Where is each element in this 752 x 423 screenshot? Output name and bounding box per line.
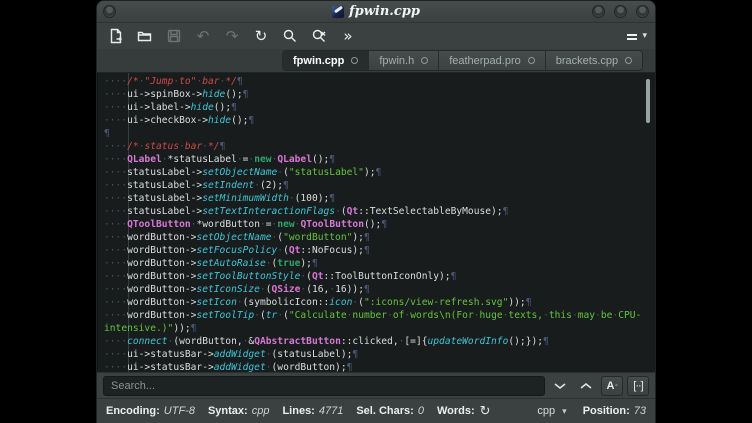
match-case-button[interactable]: A▫ bbox=[601, 376, 623, 396]
word-count-refresh-icon[interactable]: ↻ bbox=[480, 404, 491, 419]
code-line: ····ui->statusBar->addWidget·(wordButton… bbox=[104, 361, 645, 372]
tab-label: featherpad.pro bbox=[449, 55, 521, 67]
code-line: ····connect·(wordButton,·&QAbstractButto… bbox=[104, 335, 645, 348]
match-case-mark-icon: ▫ bbox=[615, 383, 617, 389]
code-line: ····wordButton->setToolTip·(tr·("Calcula… bbox=[104, 309, 645, 322]
window-title: fpwin.cpp bbox=[349, 4, 420, 19]
featherpad-window: fpwin.cpp bbox=[96, 0, 656, 423]
titlebar: fpwin.cpp bbox=[97, 1, 655, 23]
syntax-combo[interactable]: cpp ▾ bbox=[537, 405, 566, 417]
search-icon[interactable] bbox=[279, 25, 301, 47]
code-line: ····ui->statusBar->addWidget·(statusLabe… bbox=[104, 348, 645, 361]
code-line: ····ui->spinBox->hide();¶ bbox=[104, 88, 645, 101]
search-previous-button[interactable] bbox=[575, 376, 597, 396]
status-item-selchars: Sel. Chars:0 bbox=[356, 405, 424, 417]
reload-icon[interactable]: ↻ bbox=[250, 25, 272, 47]
tab-featherpad.pro[interactable]: featherpad.pro bbox=[439, 51, 546, 70]
code-line: ····ui->checkBox->hide();¶ bbox=[104, 114, 645, 127]
tabbar: fpwin.cpp fpwin.h featherpad.pro brackets.c… bbox=[97, 49, 655, 73]
tab-close-icon[interactable] bbox=[625, 57, 632, 64]
tab-strip: fpwin.cpp fpwin.h featherpad.pro brackets.c… bbox=[282, 50, 643, 71]
status-item-encoding: Encoding:UTF-8 bbox=[106, 405, 195, 417]
code-line: ····wordButton->setToolButtonStyle·(Qt::… bbox=[104, 270, 645, 283]
code-line: ····ui->label->hide();¶ bbox=[104, 101, 645, 114]
maximize-button[interactable] bbox=[614, 5, 627, 18]
tab-close-icon[interactable] bbox=[351, 57, 358, 64]
code-line: ····wordButton->setFocusPolicy·(Qt::NoFo… bbox=[104, 244, 645, 257]
hamburger-icon bbox=[625, 30, 639, 43]
window-menu-button[interactable] bbox=[103, 5, 116, 18]
syntax-combo-value: cpp bbox=[537, 405, 555, 417]
search-bar: A▫ [··] bbox=[97, 372, 655, 398]
code-area: ····/*·"Jump·to"·bar·*/¶····ui->spinBox-… bbox=[104, 75, 645, 372]
search-replace-icon[interactable] bbox=[308, 25, 330, 47]
status-info: Encoding:UTF-8 Syntax:cpp Lines:4771 Sel. C… bbox=[106, 404, 491, 419]
code-line: ····wordButton->setObjectName·("wordButt… bbox=[104, 231, 645, 244]
menu-icon[interactable]: ▾ bbox=[625, 25, 647, 47]
close-button[interactable] bbox=[636, 5, 649, 18]
code-line: ····wordButton->setIconSize·(QSize·(16,·… bbox=[104, 283, 645, 296]
status-item-lines: Lines:4771 bbox=[282, 405, 343, 417]
status-item-syntax: Syntax:cpp bbox=[208, 405, 270, 417]
code-line: ····QToolButton·*wordButton·=·new·QToolB… bbox=[104, 218, 645, 231]
caret-down-icon: ▾ bbox=[642, 32, 647, 41]
minimize-button[interactable] bbox=[592, 5, 605, 18]
status-item-words: Words:↻ bbox=[437, 404, 491, 419]
code-line: ····statusLabel->setIndent·(2);¶ bbox=[104, 179, 645, 192]
featherpad-app-icon bbox=[332, 6, 344, 18]
code-line: ····/*·"Jump·to"·bar·*/¶ bbox=[104, 75, 645, 88]
redo-icon[interactable]: ↷ bbox=[221, 25, 243, 47]
code-line: ····statusLabel->setObjectName·("statusL… bbox=[104, 166, 645, 179]
code-line: ····wordButton->setAutoRaise·(true);¶ bbox=[104, 257, 645, 270]
status-bar: Encoding:UTF-8 Syntax:cpp Lines:4771 Sel. C… bbox=[97, 398, 655, 423]
code-line: ····wordButton->setIcon·(symbolicIcon::i… bbox=[104, 296, 645, 309]
search-input[interactable] bbox=[103, 376, 545, 396]
code-line: intensive.)"));¶ bbox=[104, 322, 645, 335]
whole-word-button[interactable]: [··] bbox=[627, 376, 649, 396]
tab-label: brackets.cpp bbox=[556, 55, 618, 67]
overflow-icon[interactable]: » bbox=[337, 25, 359, 47]
code-line: ····/*·status·bar·*/¶ bbox=[104, 140, 645, 153]
tab-close-icon[interactable] bbox=[421, 57, 428, 64]
code-line: ····statusLabel->setTextInteractionFlags… bbox=[104, 205, 645, 218]
code-line: ····statusLabel->setMinimumWidth·(100);¶ bbox=[104, 192, 645, 205]
tab-brackets.cpp[interactable]: brackets.cpp bbox=[546, 51, 642, 70]
search-next-button[interactable] bbox=[549, 376, 571, 396]
open-file-icon[interactable] bbox=[134, 25, 156, 47]
undo-icon[interactable]: ↶ bbox=[192, 25, 214, 47]
code-editor[interactable]: ····/*·"Jump·to"·bar·*/¶····ui->spinBox-… bbox=[97, 73, 655, 372]
toolbar: ↶ ↷ ↻ » ▾ bbox=[97, 23, 655, 49]
tab-close-icon[interactable] bbox=[528, 57, 535, 64]
tab-label: fpwin.cpp bbox=[293, 55, 344, 67]
tab-fpwin.h[interactable]: fpwin.h bbox=[369, 51, 439, 70]
new-file-icon[interactable] bbox=[105, 25, 127, 47]
cursor-position: Position:73 bbox=[583, 405, 646, 417]
tab-fpwin.cpp[interactable]: fpwin.cpp bbox=[283, 51, 369, 70]
code-line: ····QLabel·*statusLabel·=·new·QLabel();¶ bbox=[104, 153, 645, 166]
save-icon[interactable] bbox=[163, 25, 185, 47]
tab-label: fpwin.h bbox=[379, 55, 414, 67]
code-line: ¶ bbox=[104, 127, 645, 140]
combo-caret-icon: ▾ bbox=[562, 406, 567, 417]
vertical-scrollbar[interactable] bbox=[646, 79, 650, 123]
screen: fpwin.cpp bbox=[0, 0, 752, 423]
